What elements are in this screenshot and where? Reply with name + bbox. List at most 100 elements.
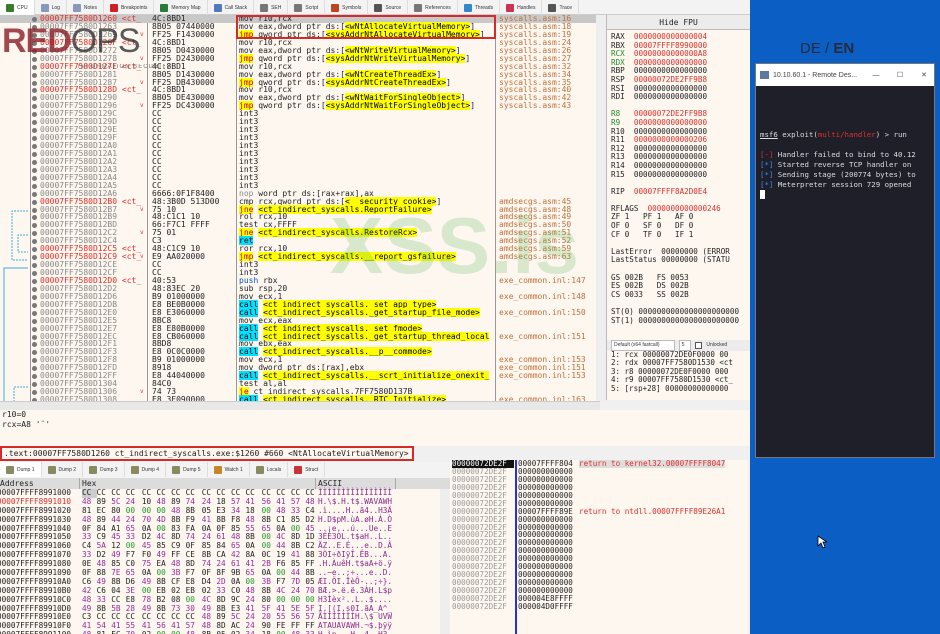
breakpoint-dot[interactable] — [32, 72, 37, 78]
tab-source[interactable]: Source — [368, 0, 409, 15]
breakpoint-dot[interactable] — [32, 390, 37, 396]
stack-row[interactable]: 00000072DE2F 000000000000 — [450, 555, 748, 563]
tab-trace[interactable]: Trace — [542, 0, 580, 15]
lang-de[interactable]: DE — [800, 40, 821, 57]
breakpoint-dot[interactable] — [32, 366, 37, 372]
hide-fpu-button[interactable]: Hide FPU — [607, 15, 750, 30]
breakpoint-dot[interactable] — [32, 112, 37, 118]
tab-seh[interactable]: SEH — [254, 0, 289, 15]
breakpoint-dot[interactable] — [32, 48, 37, 54]
breakpoint-dot[interactable] — [32, 88, 37, 94]
breakpoint-dot[interactable] — [32, 326, 37, 332]
stack-row[interactable]: 00000072DE2F 000000000000 — [450, 547, 748, 555]
breakpoint-dot[interactable] — [32, 358, 37, 364]
stack-row[interactable]: 00000072DE2F 000000000000 — [450, 579, 748, 587]
disassembly-scrollbar[interactable] — [596, 15, 606, 401]
breakpoint-dot[interactable] — [32, 294, 37, 300]
breakpoint-dot[interactable] — [32, 144, 37, 149]
breakpoint-dot[interactable] — [32, 120, 37, 126]
disassembly-view[interactable]: 00007FF7580D1260 <ct_ 4C:8BD1 mov r10,rcx s… — [0, 15, 596, 401]
breakpoint-dot[interactable] — [32, 302, 37, 308]
breakpoint-dot[interactable] — [32, 342, 37, 348]
tab-notes[interactable]: Notes — [67, 0, 104, 15]
tab-threads[interactable]: Threads — [458, 0, 501, 15]
breakpoint-dot[interactable] — [32, 286, 37, 292]
stack-row[interactable]: 00000072DE2F 000004E8FFFF — [450, 595, 748, 603]
tab-call-stack[interactable]: Call Stack — [208, 0, 255, 15]
breakpoint-dot[interactable] — [32, 17, 37, 22]
breakpoint-dot[interactable] — [32, 151, 37, 157]
breakpoint-dot[interactable] — [32, 128, 37, 134]
breakpoint-dot[interactable] — [32, 239, 37, 245]
tab-memory-map[interactable]: Memory Map — [154, 0, 208, 15]
minimize-button[interactable]: — — [866, 72, 886, 79]
breakpoint-dot[interactable] — [32, 223, 37, 229]
unlocked-checkbox[interactable] — [695, 342, 703, 349]
breakpoint-dot[interactable] — [32, 382, 37, 388]
stack-row[interactable]: 00000072DE2F 000000000000 — [450, 484, 748, 492]
breakpoint-dot[interactable] — [32, 278, 37, 284]
breakpoint-dot[interactable] — [32, 64, 37, 70]
breakpoint-dot[interactable] — [32, 271, 37, 276]
tab-dump-2[interactable]: Dump 2 — [42, 462, 84, 477]
tab-symbols[interactable]: Symbols — [325, 0, 369, 15]
tab-references[interactable]: References — [408, 0, 458, 15]
stack-row[interactable]: 00000072DE2F 000000000000 — [450, 571, 748, 579]
breakpoint-dot[interactable] — [32, 40, 37, 46]
stack-view[interactable]: 00000072DE2F 00007FFFF804 return to kernel… — [450, 460, 748, 634]
stack-row[interactable]: 00000072DE2F 000000000000 — [450, 524, 748, 532]
register-rdi[interactable]: RDI 0000000000000000 — [607, 92, 750, 102]
stack-row[interactable]: 00000072DE2F 000000000000 — [450, 539, 748, 547]
breakpoint-dot[interactable] — [32, 207, 37, 213]
stack-row[interactable]: 00000072DE2F 000000000000 — [450, 468, 748, 476]
breakpoint-dot[interactable] — [32, 318, 37, 324]
register-rip[interactable]: RIP 00007FFFF8A2D0E4 — [607, 187, 750, 197]
breakpoint-dot[interactable] — [32, 159, 37, 165]
tab-log[interactable]: Log — [35, 0, 67, 15]
dump-scrollbar[interactable] — [440, 489, 450, 634]
tab-script[interactable]: Script — [288, 0, 326, 15]
stack-row[interactable]: 00000072DE2F 00007FFFF89E return to ntdll.… — [450, 507, 748, 516]
breakpoint-dot[interactable] — [32, 32, 37, 38]
breakpoint-dot[interactable] — [32, 104, 37, 110]
tab-dump-5[interactable]: Dump 5 — [166, 462, 208, 477]
stack-row[interactable]: 00000072DE2F 000000000000 — [450, 516, 748, 524]
breakpoint-dot[interactable] — [32, 215, 37, 221]
tab-dump-1[interactable]: Dump 1 — [0, 462, 42, 477]
breakpoint-dot[interactable] — [32, 136, 37, 142]
breakpoint-dot[interactable] — [32, 310, 37, 316]
breakpoint-dot[interactable] — [32, 56, 37, 62]
breakpoint-dot[interactable] — [32, 231, 37, 237]
register-r15[interactable]: R15 0000000000000000 — [607, 170, 750, 180]
stack-row[interactable]: 00000072DE2F 000000000000 — [450, 476, 748, 484]
language-switch[interactable]: DE / EN — [800, 40, 854, 57]
disassembly-hscrollbar[interactable] — [0, 401, 600, 410]
stack-row[interactable]: 00000072DE2F 00007FFFF804 return to kernel… — [450, 460, 748, 468]
breakpoint-dot[interactable] — [32, 350, 37, 356]
tab-struct[interactable]: Struct — [288, 462, 326, 477]
breakpoint-dot[interactable] — [32, 374, 37, 380]
stack-row[interactable]: 00000072DE2F 000004D0FFFF — [450, 603, 748, 611]
tab-cpu[interactable]: CPU — [0, 0, 35, 15]
terminal[interactable]: msf6 exploit(multi/handler) > run [-] Ha… — [756, 86, 934, 202]
lang-en[interactable]: EN — [833, 40, 854, 57]
maximize-button[interactable]: ☐ — [890, 71, 910, 79]
breakpoint-dot[interactable] — [32, 167, 37, 173]
breakpoint-dot[interactable] — [32, 24, 37, 30]
breakpoint-dot[interactable] — [32, 96, 37, 102]
stack-row[interactable]: 00000072DE2F 000000000000 — [450, 587, 748, 595]
tab-watch-1[interactable]: Watch 1 — [208, 462, 250, 477]
breakpoint-dot[interactable] — [32, 175, 37, 181]
breakpoint-dot[interactable] — [32, 199, 37, 205]
tab-dump-4[interactable]: Dump 4 — [125, 462, 167, 477]
tab-breakpoints[interactable]: Breakpoints — [104, 0, 155, 15]
stack-row[interactable]: 00000072DE2F 000000000000 — [450, 563, 748, 571]
breakpoint-dot[interactable] — [32, 263, 37, 269]
breakpoint-dot[interactable] — [32, 334, 37, 340]
breakpoint-dot[interactable] — [32, 183, 37, 189]
breakpoint-dot[interactable] — [32, 255, 37, 261]
stack-row[interactable]: 00000072DE2F 000000000000 — [450, 492, 748, 500]
stack-row[interactable]: 00000072DE2F 000000000000 — [450, 531, 748, 539]
breakpoint-dot[interactable] — [32, 247, 37, 253]
tab-dump-3[interactable]: Dump 3 — [83, 462, 125, 477]
